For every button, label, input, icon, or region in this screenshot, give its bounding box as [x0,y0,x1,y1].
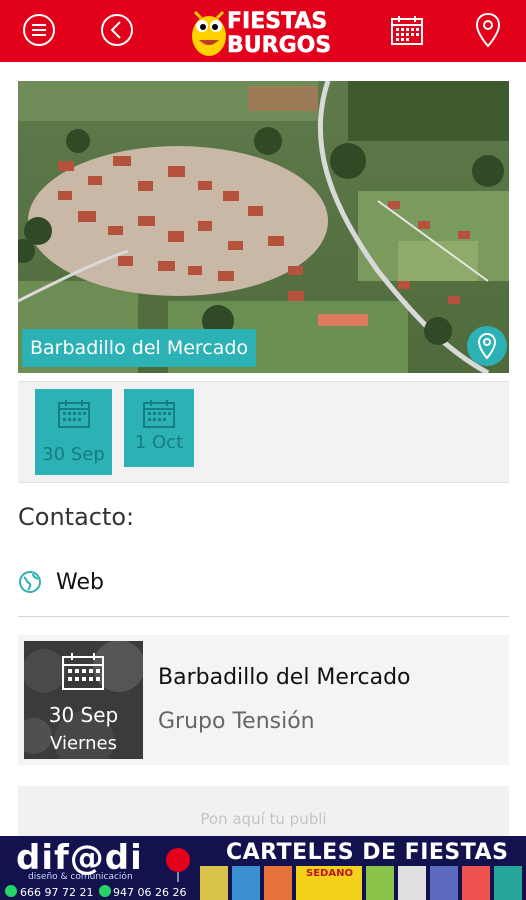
globe-icon [19,571,41,593]
poster-thumb [232,866,260,900]
contact-heading: Contacto: [18,503,135,531]
poster-thumb [462,866,490,900]
location-button[interactable] [468,10,508,50]
logo-text-line2: BURGOS [227,33,331,58]
back-button[interactable] [97,10,137,50]
back-arrow-icon [101,14,133,46]
poster-thumb [430,866,458,900]
ad-placeholder[interactable]: Pon aquí tu publi [18,786,509,836]
calendar-icon [57,400,90,428]
poster-thumb [494,866,522,900]
whatsapp-icon [5,885,17,897]
banner-phone-1: 666 97 72 21 [20,886,94,899]
date-box-1[interactable]: 30 Sep [35,389,112,475]
poster-thumb [398,866,426,900]
banner-headline: CARTELES DE FIESTAS [226,840,509,865]
banner-brand-sub: diseño & comunicación [28,872,133,882]
town-name-label: Barbadillo del Mercado [22,329,257,367]
event-card[interactable]: 30 Sep Viernes Barbadillo del Mercado Gr… [18,635,509,765]
poster-thumb [264,866,292,900]
calendar-icon [391,16,423,45]
poster-thumb: SEDANO [296,866,362,900]
calendar-button[interactable] [387,10,427,50]
date-label: 1 Oct [134,432,184,453]
web-link[interactable]: Web [18,565,104,599]
web-label: Web [56,569,104,595]
fiestas-burgos-logo: FIESTAS BURGOS [185,4,345,58]
event-weekday: Viernes [50,733,117,754]
event-date: 30 Sep [48,703,119,727]
divider [18,616,509,617]
date-label: 30 Sep [42,444,105,465]
ad-banner[interactable]: dif@di diseño & comunicación CARTELES DE… [0,836,526,900]
poster-word: SEDANO [306,868,353,879]
phone-icon [99,885,111,897]
event-title: Barbadillo del Mercado [158,665,411,690]
balloon-icon [166,848,190,882]
event-subtitle: Grupo Tensión [158,709,315,734]
banner-phone-2: 947 06 26 26 [113,886,187,899]
town-map-button[interactable] [467,326,507,366]
poster-thumb [366,866,394,900]
menu-button[interactable] [19,10,59,50]
poster-thumb [200,866,228,900]
hamburger-menu-icon [23,14,55,46]
map-pin-icon [475,12,501,48]
ad-placeholder-text: Pon aquí tu publi [200,810,327,828]
event-thumbnail: 30 Sep Viernes [24,641,143,759]
date-box-2[interactable]: 1 Oct [124,389,194,467]
calendar-icon [143,400,175,428]
map-pin-icon [477,332,497,360]
logo-text-line1: FIESTAS [227,9,327,34]
dates-strip: 30 Sep 1 Oct [18,381,509,483]
top-bar: FIESTAS BURGOS [0,0,526,62]
